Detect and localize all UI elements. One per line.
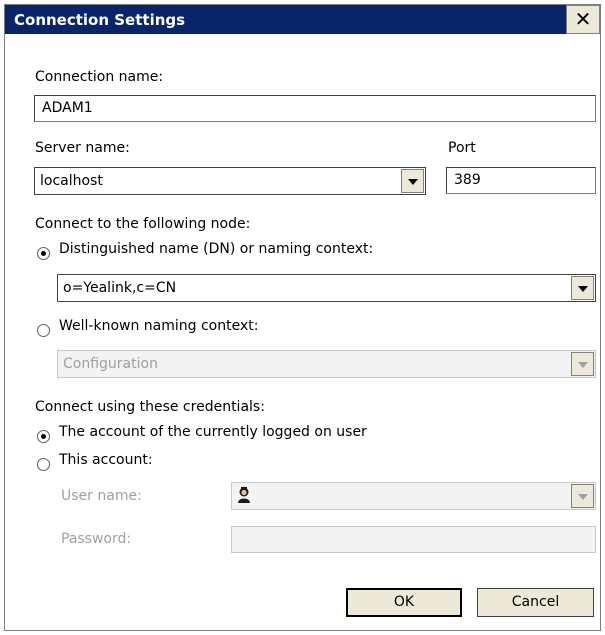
this-account-radio-label[interactable]: This account: xyxy=(59,452,153,468)
credentials-heading: Connect using these credentials: xyxy=(35,399,265,415)
chevron-down-icon[interactable] xyxy=(571,352,594,376)
port-label: Port xyxy=(448,140,476,156)
wellknown-value: Configuration xyxy=(63,356,158,372)
current-user-radio[interactable] xyxy=(37,430,50,443)
connection-settings-dialog: Connection Settings ✕ Connection name: A… xyxy=(4,4,601,631)
dn-radio[interactable] xyxy=(37,247,50,260)
wellknown-radio-label[interactable]: Well-known naming context: xyxy=(59,318,258,334)
password-input[interactable] xyxy=(231,526,596,553)
connection-name-label: Connection name: xyxy=(35,69,164,85)
dn-combobox[interactable]: o=Yealink,c=CN xyxy=(57,274,596,302)
user-account-icon xyxy=(238,487,250,503)
cancel-button[interactable]: Cancel xyxy=(477,588,594,617)
chevron-down-icon[interactable] xyxy=(571,484,594,508)
dialog-title: Connection Settings xyxy=(14,11,186,29)
current-user-radio-label[interactable]: The account of the currently logged on u… xyxy=(59,424,367,440)
wellknown-radio[interactable] xyxy=(37,324,50,337)
title-bar[interactable]: Connection Settings ✕ xyxy=(5,5,600,34)
close-button[interactable]: ✕ xyxy=(566,5,600,34)
user-name-label: User name: xyxy=(61,488,142,504)
server-name-label: Server name: xyxy=(35,140,130,156)
server-name-value: localhost xyxy=(40,173,103,189)
node-heading: Connect to the following node: xyxy=(35,216,251,232)
chevron-down-icon[interactable] xyxy=(571,276,594,300)
this-account-radio[interactable] xyxy=(37,458,50,471)
server-name-combobox[interactable]: localhost xyxy=(34,167,426,195)
dn-radio-label[interactable]: Distinguished name (DN) or naming contex… xyxy=(59,241,373,257)
wellknown-combobox[interactable]: Configuration xyxy=(57,350,596,378)
ok-button[interactable]: OK xyxy=(346,588,462,617)
dn-value: o=Yealink,c=CN xyxy=(63,280,177,296)
connection-name-input[interactable]: ADAM1 xyxy=(34,95,596,122)
chevron-down-icon[interactable] xyxy=(401,169,424,193)
close-icon: ✕ xyxy=(574,7,592,31)
port-input[interactable]: 389 xyxy=(446,167,596,194)
user-name-combobox[interactable] xyxy=(231,482,596,510)
password-label: Password: xyxy=(61,531,132,547)
